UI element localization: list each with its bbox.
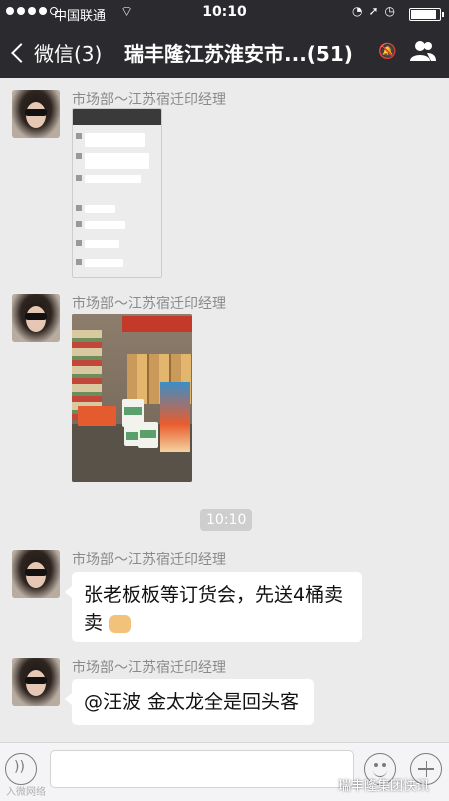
avatar[interactable] bbox=[12, 294, 60, 342]
sender-name: 市场部～江苏宿迁印经理 bbox=[72, 660, 226, 676]
message-text: 张老板板等订货会，先送4桶卖 bbox=[84, 584, 344, 606]
watermark-right: 瑞丰隆集团快讯 bbox=[338, 779, 430, 794]
group-members-icon[interactable] bbox=[409, 40, 437, 62]
avatar[interactable] bbox=[12, 550, 60, 598]
timestamp: 10:10 bbox=[200, 509, 253, 531]
voice-icon: )) bbox=[14, 759, 25, 775]
status-bar: 中国联通 ⌔ 10:10 ◔➚◷ bbox=[0, 0, 449, 26]
image-message[interactable] bbox=[72, 108, 162, 278]
text-message-bubble[interactable]: 张老板板等订货会，先送4桶卖 卖 bbox=[65, 572, 362, 642]
message-text: @汪波 金太龙全是回头客 bbox=[84, 691, 300, 713]
image-message[interactable] bbox=[72, 314, 192, 482]
sender-name: 市场部～江苏宿迁印经理 bbox=[72, 92, 226, 108]
text-message-bubble[interactable]: @汪波 金太龙全是回头客 bbox=[65, 679, 314, 725]
avatar[interactable] bbox=[12, 90, 60, 138]
back-button[interactable]: 微信(3) bbox=[8, 38, 102, 67]
avatar[interactable] bbox=[12, 658, 60, 706]
status-icons: ◔➚◷ bbox=[352, 4, 401, 18]
chat-title: 瑞丰隆江苏淮安市...(51) bbox=[124, 42, 353, 66]
sender-name: 市场部～江苏宿迁印经理 bbox=[72, 552, 226, 568]
battery-icon bbox=[409, 8, 444, 21]
message-text: 卖 bbox=[84, 612, 104, 634]
watermark-left: 入微网络 bbox=[6, 787, 46, 798]
sender-name: 市场部～江苏宿迁印经理 bbox=[72, 296, 226, 312]
mute-icon: 🔕 bbox=[378, 42, 397, 60]
handshake-emoji-icon bbox=[109, 614, 132, 633]
chat-header: 微信(3) 瑞丰隆江苏淮安市...(51) 🔕 bbox=[0, 26, 449, 78]
message-input[interactable] bbox=[50, 750, 354, 788]
back-chevron-icon bbox=[11, 42, 31, 63]
voice-button[interactable]: )) bbox=[5, 753, 37, 785]
back-label: 微信(3) bbox=[34, 42, 103, 66]
